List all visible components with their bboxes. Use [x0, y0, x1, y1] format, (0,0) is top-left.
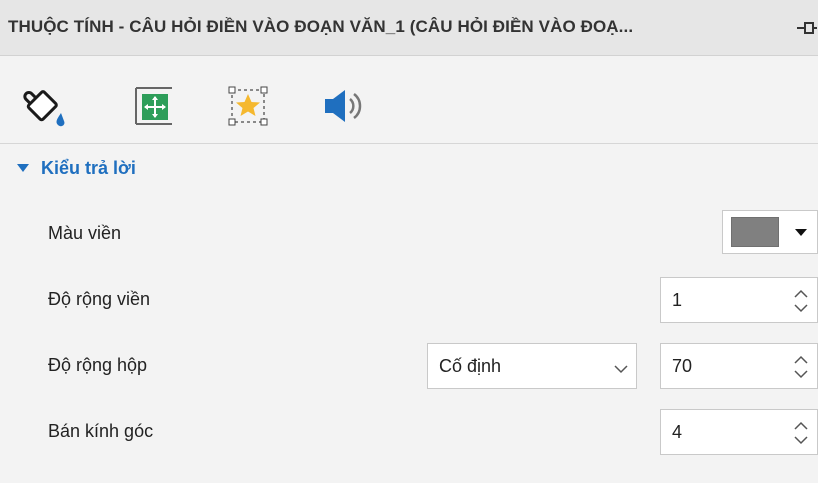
dropdown-arrow-icon — [795, 228, 807, 236]
panel-title: THUỘC TÍNH - CÂU HỎI ĐIỀN VÀO ĐOẠN VĂN_1… — [8, 17, 634, 36]
corner-radius-value[interactable]: 4 — [672, 422, 682, 443]
color-swatch — [731, 217, 779, 247]
box-width-stepper[interactable]: 70 — [660, 343, 818, 389]
border-width-stepper[interactable]: 1 — [660, 277, 818, 323]
box-width-label: Độ rộng hộp — [48, 355, 148, 375]
border-width-value[interactable]: 1 — [672, 290, 682, 311]
spin-arrows-icon[interactable] — [791, 418, 811, 448]
section-title: Kiểu trả lời — [41, 157, 136, 178]
corner-radius-stepper[interactable]: 4 — [660, 409, 818, 455]
border-color-label: Màu viền — [48, 223, 122, 243]
size-position-icon — [130, 84, 178, 133]
box-width-value[interactable]: 70 — [672, 356, 692, 377]
tab-animation[interactable] — [220, 82, 276, 134]
border-width-label: Độ rộng viền — [48, 289, 151, 309]
tab-sound[interactable] — [316, 82, 372, 134]
star-frame-icon — [224, 84, 272, 133]
paint-bucket-icon — [21, 83, 71, 134]
panel-titlebar: THUỘC TÍNH - CÂU HỎI ĐIỀN VÀO ĐOẠN VĂN_1… — [0, 0, 818, 56]
box-width-mode-select[interactable]: Cố định — [427, 343, 637, 389]
pin-icon[interactable] — [796, 20, 818, 36]
collapse-caret-icon — [17, 164, 29, 172]
spin-arrows-icon[interactable] — [791, 286, 811, 316]
property-toolbar — [0, 56, 818, 144]
chevron-down-icon — [614, 361, 628, 374]
tab-fill[interactable] — [18, 82, 74, 134]
border-color-picker[interactable] — [722, 210, 818, 254]
tab-size-position[interactable] — [126, 82, 182, 134]
corner-radius-label: Bán kính góc — [48, 421, 154, 441]
section-answer-style[interactable]: Kiểu trả lời — [0, 146, 818, 190]
box-width-mode-value: Cố định — [439, 356, 502, 376]
speaker-icon — [319, 84, 369, 133]
spin-arrows-icon[interactable] — [791, 352, 811, 382]
